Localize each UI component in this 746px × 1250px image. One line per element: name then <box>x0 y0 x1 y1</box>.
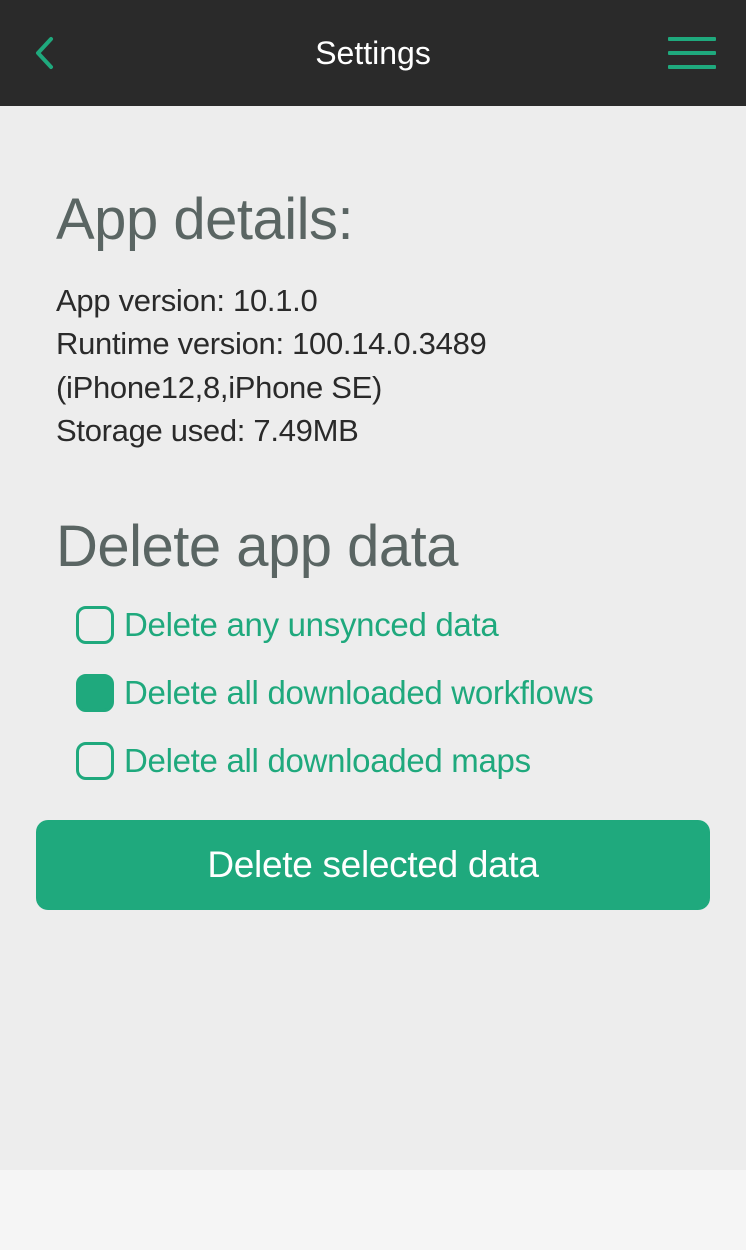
checkbox-label-unsynced: Delete any unsynced data <box>124 606 498 644</box>
storage-used-text: Storage used: 7.49MB <box>56 409 690 452</box>
delete-selected-button[interactable]: Delete selected data <box>36 820 710 910</box>
app-header: Settings <box>0 0 746 106</box>
bottom-spacer <box>0 1170 746 1250</box>
checkbox-label-maps: Delete all downloaded maps <box>124 742 531 780</box>
checkbox-workflows[interactable] <box>76 674 114 712</box>
back-icon[interactable] <box>30 33 58 73</box>
runtime-version-text-2: (iPhone12,8,iPhone SE) <box>56 366 690 409</box>
main-content: App details: App version: 10.1.0 Runtime… <box>0 106 746 1170</box>
hamburger-menu-icon[interactable] <box>668 33 716 73</box>
checkbox-row-maps[interactable]: Delete all downloaded maps <box>56 742 690 780</box>
checkbox-label-workflows: Delete all downloaded workflows <box>124 674 593 712</box>
app-details-section: App details: App version: 10.1.0 Runtime… <box>56 186 690 453</box>
delete-data-heading: Delete app data <box>56 513 690 580</box>
page-title: Settings <box>315 35 431 72</box>
checkbox-maps[interactable] <box>76 742 114 780</box>
app-details-heading: App details: <box>56 186 690 253</box>
delete-data-section: Delete app data Delete any unsynced data… <box>56 513 690 910</box>
runtime-version-text-1: Runtime version: 100.14.0.3489 <box>56 322 690 365</box>
checkbox-row-workflows[interactable]: Delete all downloaded workflows <box>56 674 690 712</box>
app-version-text: App version: 10.1.0 <box>56 279 690 322</box>
checkbox-row-unsynced[interactable]: Delete any unsynced data <box>56 606 690 644</box>
checkbox-unsynced[interactable] <box>76 606 114 644</box>
